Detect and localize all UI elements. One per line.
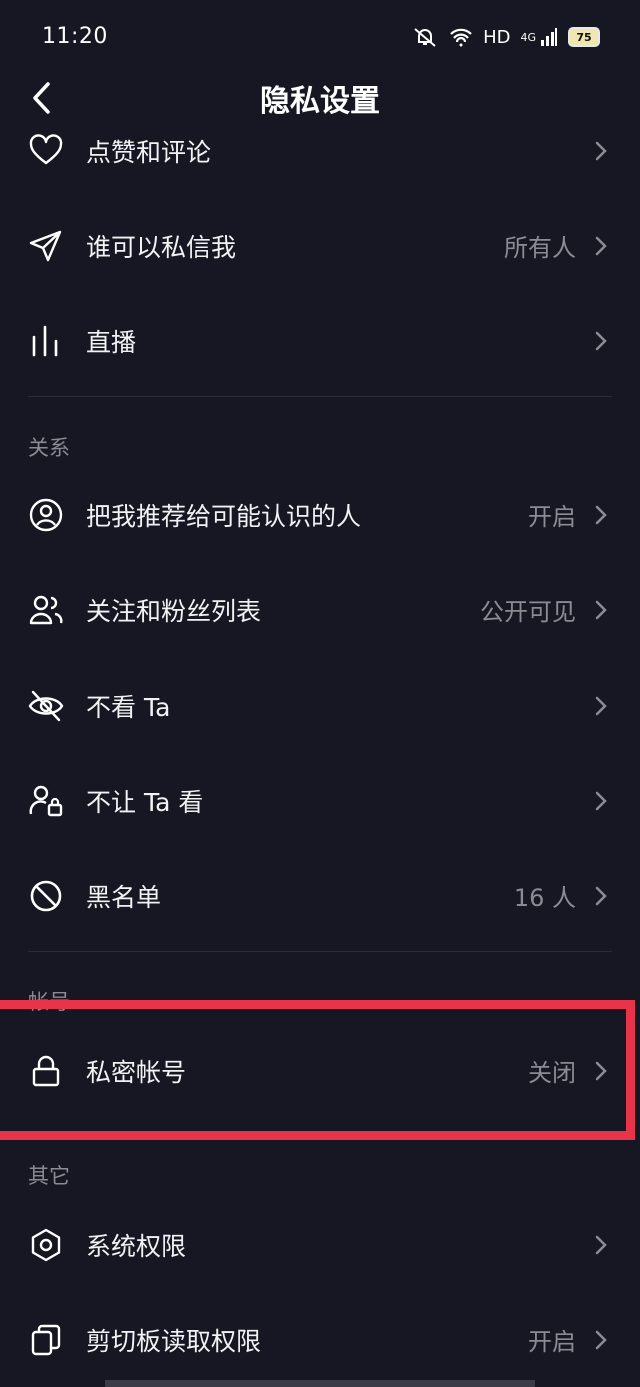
chevron-right-icon xyxy=(595,236,607,255)
block-icon xyxy=(30,880,62,911)
row-recommend-me[interactable]: 把我推荐给可能认识的人 开启 xyxy=(0,467,640,562)
divider xyxy=(28,396,612,397)
chevron-right-icon xyxy=(595,141,607,160)
users-icon xyxy=(29,595,63,624)
chevron-right-icon xyxy=(595,1235,607,1254)
divider xyxy=(28,951,612,952)
heart-icon xyxy=(29,133,63,164)
row-value: 公开可见 xyxy=(480,598,576,626)
row-follow-fans-list[interactable]: 关注和粉丝列表 公开可见 xyxy=(0,562,640,657)
row-likes-comments[interactable]: 点赞和评论 xyxy=(0,103,640,198)
battery-icon: 75 xyxy=(568,27,600,47)
chevron-right-icon xyxy=(595,505,607,524)
row-clipboard-permission[interactable]: 剪切板读取权限 开启 xyxy=(0,1292,640,1387)
mute-bell-icon xyxy=(414,28,436,47)
row-who-can-message[interactable]: 谁可以私信我 所有人 xyxy=(0,198,640,293)
chevron-right-icon xyxy=(595,600,607,619)
clipboard-icon xyxy=(31,1324,61,1355)
chevron-right-icon xyxy=(595,696,607,715)
row-label: 剪切板读取权限 xyxy=(86,1326,262,1356)
chevron-right-icon xyxy=(595,1330,607,1349)
send-icon xyxy=(29,230,62,261)
hexagon-settings-icon xyxy=(31,1228,61,1261)
row-label: 黑名单 xyxy=(86,882,162,912)
status-time: 11:20 xyxy=(42,24,108,49)
user-lock-icon xyxy=(29,785,63,816)
eye-off-icon xyxy=(28,690,64,721)
signal-type: 4G xyxy=(520,30,536,44)
row-label: 谁可以私信我 xyxy=(86,232,237,262)
section-title-relation: 关系 xyxy=(28,436,70,460)
row-live[interactable]: 直播 xyxy=(0,293,640,388)
signal-icon xyxy=(541,28,557,46)
row-label: 点赞和评论 xyxy=(86,137,212,167)
wifi-icon xyxy=(450,28,472,47)
row-label: 不让 Ta 看 xyxy=(86,787,204,817)
row-value: 开启 xyxy=(528,1328,576,1356)
row-blacklist[interactable]: 黑名单 16 人 xyxy=(0,848,640,943)
user-circle-icon xyxy=(29,498,63,531)
chevron-right-icon xyxy=(595,791,607,810)
highlight-box xyxy=(0,1000,635,1140)
row-label: 把我推荐给可能认识的人 xyxy=(86,501,362,531)
row-value: 所有人 xyxy=(504,234,576,262)
row-label: 不看 Ta xyxy=(86,692,171,722)
bottom-scroll-indicator xyxy=(105,1380,535,1387)
row-label: 系统权限 xyxy=(86,1231,187,1261)
row-hide-from-ta[interactable]: 不让 Ta 看 xyxy=(0,753,640,848)
chevron-right-icon xyxy=(595,331,607,350)
row-value: 16 人 xyxy=(513,884,576,912)
status-bar: 11:20 HD 4G 75 xyxy=(0,0,640,76)
row-label: 直播 xyxy=(86,327,137,357)
row-system-permissions[interactable]: 系统权限 xyxy=(0,1197,640,1292)
status-icons: HD 4G 75 xyxy=(411,26,600,48)
section-title-other: 其它 xyxy=(28,1164,70,1188)
chevron-right-icon xyxy=(595,886,607,905)
row-dont-see-ta[interactable]: 不看 Ta xyxy=(0,658,640,753)
row-value: 开启 xyxy=(528,503,576,531)
live-bars-icon xyxy=(32,325,58,356)
row-label: 关注和粉丝列表 xyxy=(86,596,262,626)
network-label: HD xyxy=(483,26,511,48)
